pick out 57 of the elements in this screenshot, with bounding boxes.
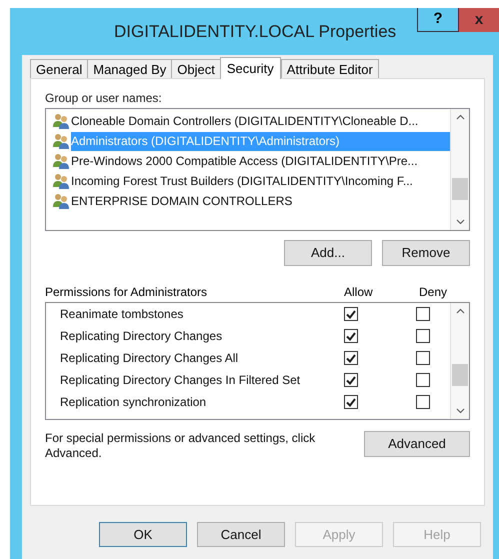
tab[interactable]: Security <box>220 57 281 79</box>
help-button[interactable]: ? <box>417 8 459 32</box>
group-list-item[interactable]: Incoming Forest Trust Builders (DIGITALIDENTITY\Incoming F... <box>52 171 450 191</box>
tab[interactable]: General <box>30 59 88 78</box>
group-action-button[interactable]: Remove <box>382 240 470 266</box>
group-name: Cloneable Domain Controllers (DIGITALIDENTITY\Cloneable D... <box>71 113 418 130</box>
checkbox[interactable] <box>416 373 430 387</box>
close-button[interactable]: x <box>459 8 499 32</box>
group-list-item[interactable]: ENTERPRISE DOMAIN CONTROLLERS <box>52 191 450 211</box>
checkbox[interactable] <box>416 307 430 321</box>
permission-name: Replication synchronization <box>60 395 206 409</box>
group-list-item[interactable]: Pre-Windows 2000 Compatible Access (DIGITALIDENTITY\Pre... <box>52 151 450 171</box>
checkbox[interactable] <box>416 395 430 409</box>
group-action-button[interactable]: Add... <box>284 240 372 266</box>
advanced-button[interactable]: Advanced <box>364 431 470 457</box>
scrollbar[interactable] <box>450 109 469 230</box>
checkbox[interactable] <box>344 307 358 321</box>
permission-name: Reanimate tombstones <box>60 307 184 321</box>
tab[interactable]: Object <box>171 59 220 78</box>
dialog-button: Apply <box>295 522 383 547</box>
dialog-button[interactable]: OK <box>99 522 187 547</box>
dialog-button: Help <box>393 522 481 547</box>
allow-header: Allow <box>344 284 374 301</box>
check-icon <box>346 310 356 318</box>
deny-header: Deny <box>419 284 448 301</box>
advanced-note: For special permissions or advanced settings, click Advanced. <box>45 431 316 461</box>
checkbox[interactable] <box>344 351 358 365</box>
users-icon <box>52 113 70 129</box>
check-icon <box>346 376 356 384</box>
checkbox[interactable] <box>344 373 358 387</box>
group-list-label: Group or user names: <box>45 90 163 105</box>
users-icon <box>52 193 70 209</box>
checkbox[interactable] <box>344 395 358 409</box>
permission-name: Replicating Directory Changes All <box>60 351 238 365</box>
permission-name: Replicating Directory Changes <box>60 329 222 343</box>
checkbox[interactable] <box>344 329 358 343</box>
scrollbar[interactable] <box>450 303 469 419</box>
group-name: Pre-Windows 2000 Compatible Access (DIGITALIDENTITY\Pre... <box>71 153 418 170</box>
check-icon <box>346 354 356 362</box>
users-icon <box>52 173 70 189</box>
scrollbar-thumb[interactable] <box>452 178 468 200</box>
dialog-button[interactable]: Cancel <box>197 522 285 547</box>
tab[interactable]: Attribute Editor <box>280 59 379 78</box>
tab[interactable]: Managed By <box>87 59 172 78</box>
window-title: DIGITALIDENTITY.LOCAL Properties <box>114 21 396 43</box>
permissions-label: Permissions for Administrators <box>45 284 208 301</box>
check-icon <box>346 332 356 340</box>
users-icon <box>52 133 70 149</box>
group-list-item[interactable]: Cloneable Domain Controllers (DIGITALIDENTITY\Cloneable D... <box>52 111 450 131</box>
scrollbar-thumb[interactable] <box>452 364 468 386</box>
checkbox[interactable] <box>416 329 430 343</box>
group-name: Incoming Forest Trust Builders (DIGITALIDENTITY\Incoming F... <box>71 173 413 190</box>
group-name: ENTERPRISE DOMAIN CONTROLLERS <box>71 193 292 210</box>
checkbox[interactable] <box>416 351 430 365</box>
check-icon <box>346 398 356 406</box>
permission-name: Replicating Directory Changes In Filtered Set <box>60 373 300 387</box>
users-icon <box>52 153 70 169</box>
